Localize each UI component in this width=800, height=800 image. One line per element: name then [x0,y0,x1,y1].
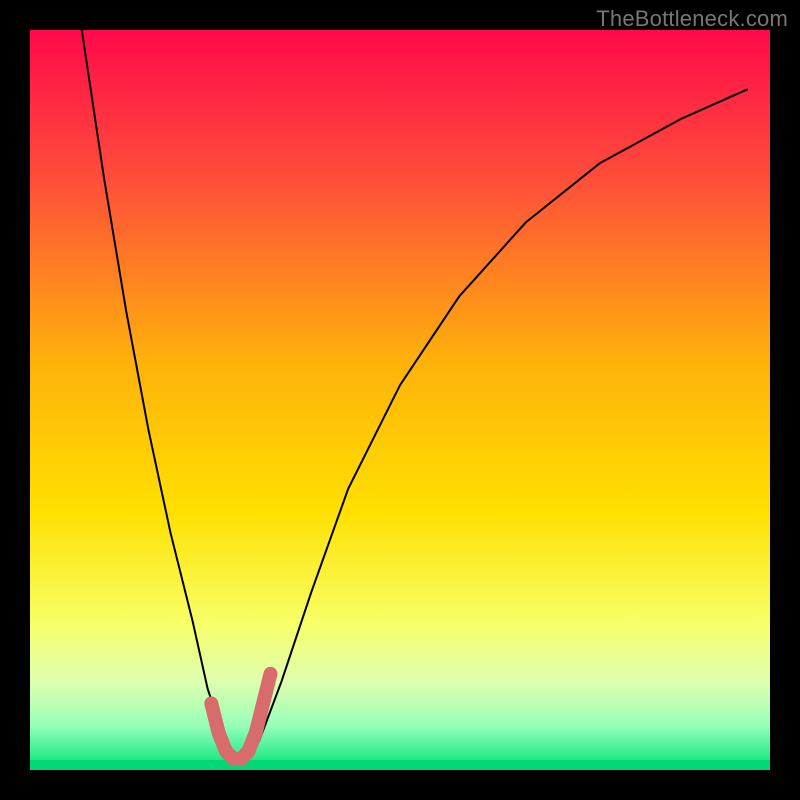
plot-background [30,30,770,770]
ideal-zone-strip [30,760,770,770]
watermark-text: TheBottleneck.com [596,6,788,32]
chart-frame: TheBottleneck.com [0,0,800,800]
chart-svg [0,0,800,800]
